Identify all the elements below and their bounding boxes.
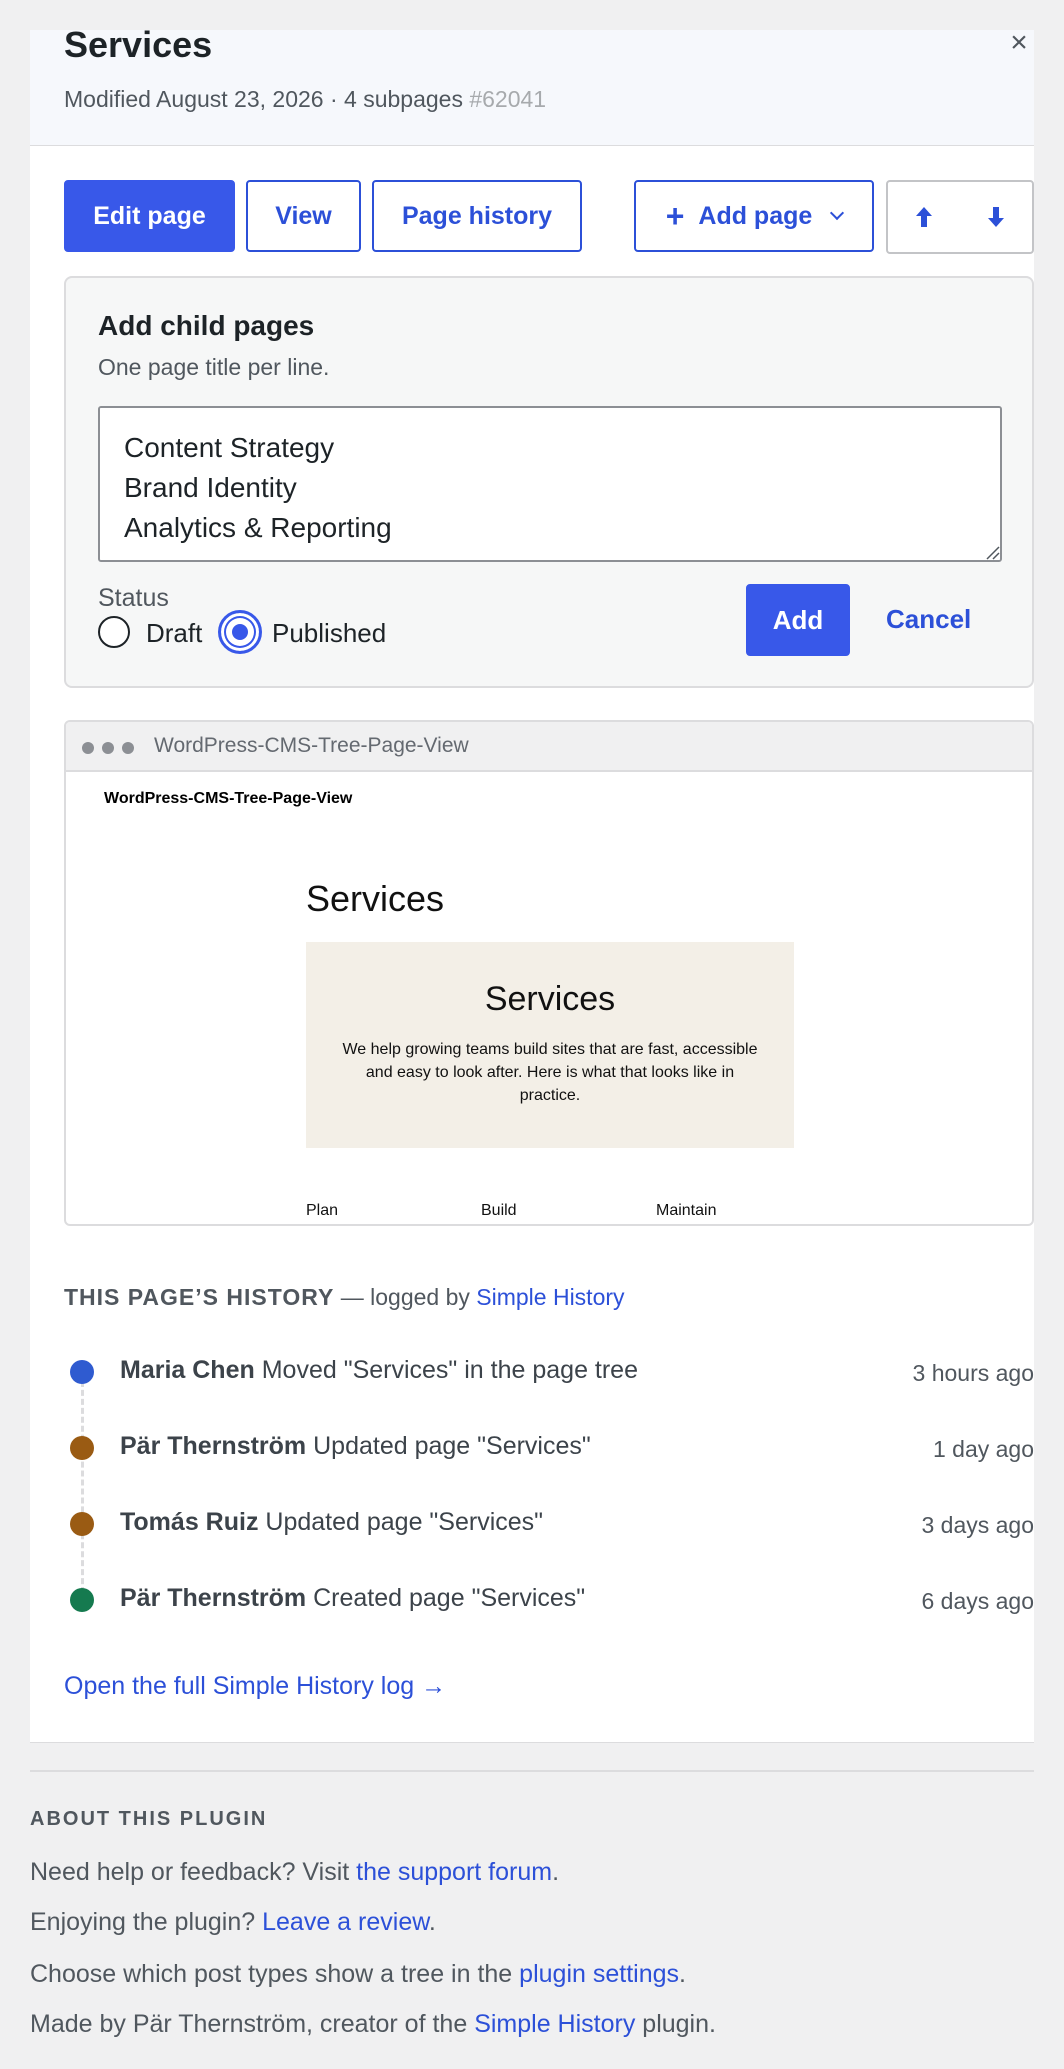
status-draft-label: Draft [146,618,203,648]
history-time: 3 days ago [921,1512,1034,1538]
about-text: Choose which post types show a tree in t… [30,1960,520,1988]
preview-site-name: WordPress-CMS-Tree-Page-View [104,790,353,807]
about-text: Made by Pär Thernström, creator of the [30,2010,475,2038]
move-up-button[interactable] [888,182,960,252]
history-action: Created page "Services" [306,1584,586,1612]
add-child-hint: One page title per line. [98,354,330,380]
history-dot-icon [70,1360,94,1384]
divider [30,1770,1034,1772]
history-action: Moved "Services" in the page tree [254,1356,638,1384]
about-heading: ABOUT THIS PLUGIN [30,1808,268,1830]
add-page-button[interactable]: + Add page [634,180,874,252]
history-heading-rest: — logged by [334,1284,477,1310]
page-meta: Modified August 23, 2026 · 4 subpages #6… [64,84,546,114]
plus-icon: + [665,198,685,234]
page-title: Services [64,24,213,65]
history-user[interactable]: Tomás Ruiz [120,1508,258,1536]
preview-column-plan: Plan [306,1202,339,1219]
view-button[interactable]: View [246,180,361,252]
history-item: Pär Thernström Updated page "Services" [120,1432,591,1461]
about-line-settings: Choose which post types show a tree in t… [30,1960,686,1989]
history-action: Updated page "Services" [306,1432,591,1460]
history-item: Pär Thernström Created page "Services" [120,1584,585,1613]
timeline-line [81,1372,84,1602]
window-dot-icon [102,742,114,754]
history-dot-icon [70,1512,94,1536]
add-child-pages-form: Add child pages One page title per line.… [64,276,1034,688]
resize-handle-icon[interactable] [984,544,1000,560]
add-child-title: Add child pages [98,310,315,341]
about-line-review: Enjoying the plugin? Leave a review. [30,1908,436,1937]
about-line-support: Need help or feedback? Visit the support… [30,1858,559,1887]
history-dot-icon [70,1436,94,1460]
page-meta-text: Modified August 23, 2026 · 4 subpages [64,86,463,112]
status-published-label: Published [272,618,387,648]
simple-history-link[interactable]: Simple History [476,1284,624,1310]
edit-page-button[interactable]: Edit page [64,180,235,252]
history-time: 3 hours ago [912,1360,1034,1386]
page-id: #62041 [469,86,547,112]
status-published-radio[interactable] [218,610,262,654]
preview-hero-text: We help growing teams build sites that a… [342,1041,758,1104]
preview-heading: Services [306,878,445,919]
about-line-credits: Made by Pär Thernström, creator of the S… [30,2010,716,2039]
about-text: . [428,1908,436,1936]
full-history-log-link[interactable]: Open the full Simple History log → [64,1672,446,1701]
history-item: Maria Chen Moved "Services" in the page … [120,1356,638,1385]
history-time: 6 days ago [921,1588,1034,1614]
simple-history-plugin-link[interactable]: Simple History [474,2010,635,2038]
status-draft-radio[interactable] [98,616,130,648]
history-heading-caps: THIS PAGE’S HISTORY [64,1284,335,1310]
preview-hero-title: Services [484,980,616,1018]
arrow-up-icon [916,207,932,227]
leave-review-link[interactable]: Leave a review [262,1908,429,1936]
history-heading: THIS PAGE’S HISTORY — logged by Simple H… [64,1284,625,1311]
about-text: . [552,1858,560,1886]
move-button-group [886,180,1034,254]
move-down-button[interactable] [960,182,1032,252]
arrow-down-icon [988,207,1004,227]
history-time: 1 day ago [932,1436,1034,1462]
window-dot-icon [122,742,134,754]
page-preview-window: WordPress-CMS-Tree-Page-View WordPress-C… [64,720,1034,1226]
support-forum-link[interactable]: the support forum [356,1858,552,1886]
preview-window-title: WordPress-CMS-Tree-Page-View [154,734,469,757]
about-text: plugin. [635,2010,716,2038]
window-dot-icon [82,742,94,754]
about-text: Need help or feedback? Visit [30,1858,357,1886]
chevron-down-icon [830,205,845,221]
preview-hero: Services We help growing teams build sit… [306,942,794,1148]
about-text: . [679,1960,686,1988]
history-user[interactable]: Pär Thernström [120,1584,306,1612]
history-item: Tomás Ruiz Updated page "Services" [120,1508,543,1537]
page-history-button[interactable]: Page history [372,180,582,252]
panel-header: Services Modified August 23, 2026 · 4 su… [30,24,1034,146]
history-user[interactable]: Pär Thernström [120,1432,306,1460]
preview-title-bar: WordPress-CMS-Tree-Page-View [66,722,1032,772]
preview-column-build: Build [481,1202,517,1219]
close-icon[interactable]: × [1004,28,1034,60]
preview-column-maintain: Maintain [656,1202,717,1219]
history-action: Updated page "Services" [258,1508,544,1536]
about-text: Enjoying the plugin? [30,1908,263,1936]
page-details-panel: Services Modified August 23, 2026 · 4 su… [30,24,1034,1743]
history-dot-icon [70,1588,94,1612]
history-user[interactable]: Maria Chen [120,1356,255,1384]
add-submit-button[interactable]: Add [746,584,850,656]
add-page-label: Add page [698,201,813,230]
status-label: Status [98,584,169,612]
cancel-link[interactable]: Cancel [886,604,971,635]
child-titles-textarea[interactable]: Content Strategy Brand Identity Analytic… [98,406,1002,562]
plugin-settings-link[interactable]: plugin settings [519,1960,679,1988]
